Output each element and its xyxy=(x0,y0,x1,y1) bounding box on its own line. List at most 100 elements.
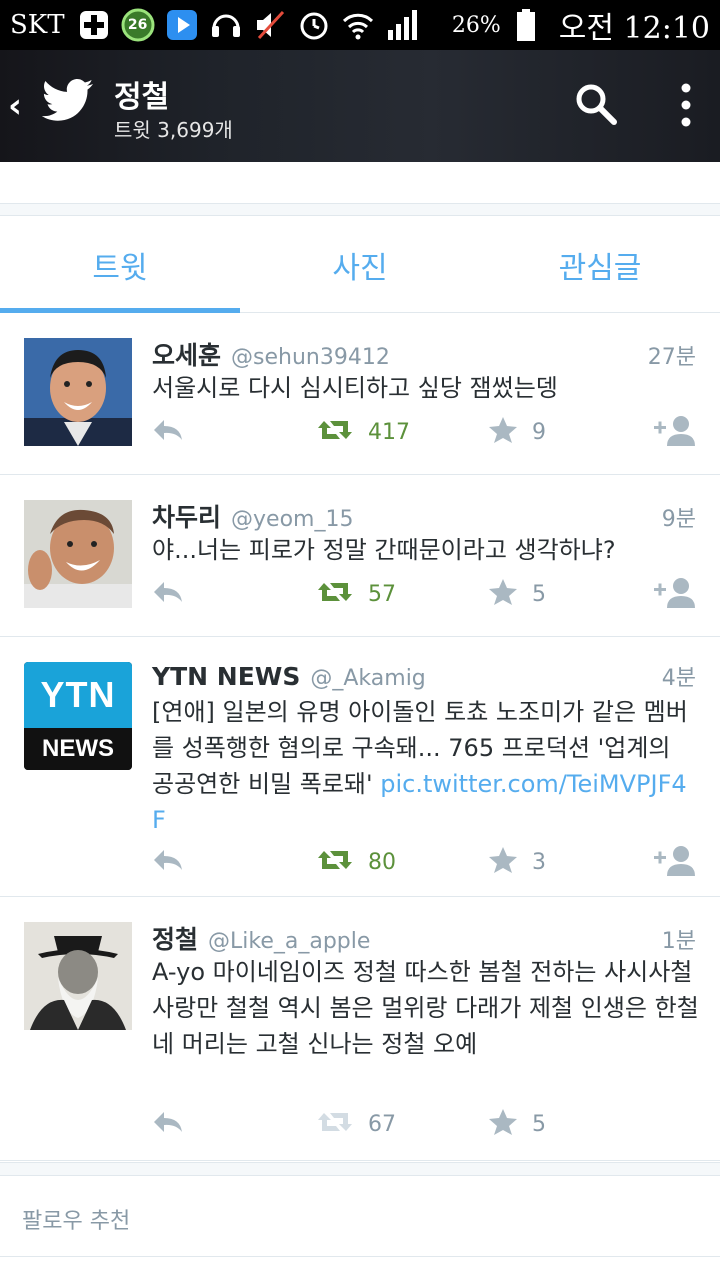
mute-icon xyxy=(253,8,287,42)
signal-icon xyxy=(385,8,419,42)
profile-name: 정철 xyxy=(114,80,170,115)
tweet-author-name[interactable]: 차두리 xyxy=(152,498,221,534)
favorite-button[interactable]: 9 xyxy=(488,412,546,452)
status-bar: SKT 26 26% 오전 12:10 xyxy=(0,0,720,50)
retweet-count: 417 xyxy=(368,419,410,445)
tweet-timestamp: 27분 xyxy=(647,345,696,370)
avatar[interactable] xyxy=(24,922,132,1030)
reply-button[interactable] xyxy=(152,1104,184,1144)
tab-photos[interactable]: 사진 xyxy=(240,217,480,312)
follow-icon xyxy=(652,576,696,612)
tweet-timestamp: 4분 xyxy=(661,666,696,691)
follow-suggestions-header[interactable]: 팔로우 추천 xyxy=(0,1177,720,1257)
status-right: 26% 오전 12:10 xyxy=(452,3,710,47)
wifi-icon xyxy=(341,8,375,42)
alarm-icon xyxy=(297,8,331,42)
follow-button[interactable] xyxy=(652,412,696,452)
reply-button[interactable] xyxy=(152,842,184,882)
battery-percent: 26% xyxy=(451,12,501,38)
retweet-count: 80 xyxy=(368,849,396,875)
favorite-count: 5 xyxy=(532,581,546,607)
favorite-button[interactable]: 3 xyxy=(488,842,546,882)
ytn-logo-top: YTN xyxy=(24,662,132,728)
tweet-author-name[interactable]: 정철 xyxy=(152,920,198,956)
tweet-header: YTN NEWS @_Akamig 4분 xyxy=(152,660,696,694)
more-icon[interactable] xyxy=(674,80,698,130)
tweet-author-handle[interactable]: @_Akamig xyxy=(310,666,425,691)
tweet-header: 정철 @Like_a_apple 1분 xyxy=(152,920,696,954)
tweet-header: 차두리 @yeom_15 9분 xyxy=(152,498,696,532)
notification-badge-icon: 26 xyxy=(121,8,155,42)
star-icon xyxy=(488,846,518,878)
favorite-count: 3 xyxy=(532,849,546,875)
tweet-item[interactable]: 차두리 @yeom_15 9분 야...너는 피로가 정말 간때문이라고 생각하… xyxy=(0,476,720,637)
reply-button[interactable] xyxy=(152,412,184,452)
back-icon[interactable]: ‹ xyxy=(8,86,22,126)
tab-photos-label: 사진 xyxy=(332,250,388,286)
ytn-logo-text: YTN xyxy=(40,674,116,715)
tweet-actions: 80 3 xyxy=(152,842,696,882)
reply-icon xyxy=(152,580,184,608)
status-icons: 26 xyxy=(77,8,452,42)
tweet-text: 야...너는 피로가 정말 간때문이라고 생각하냐? xyxy=(152,536,616,564)
retweet-count: 57 xyxy=(368,581,396,607)
retweet-button[interactable]: 417 xyxy=(316,412,410,452)
profile-header: ‹ 정철 트윗 3,699개 xyxy=(0,50,720,162)
follow-button[interactable] xyxy=(652,842,696,882)
follow-icon xyxy=(652,844,696,880)
retweet-icon xyxy=(316,417,354,447)
reply-icon xyxy=(152,1110,184,1138)
tweet-item[interactable]: YTN NEWS YTN NEWS @_Akamig 4분 [연애] 일본의 유… xyxy=(0,638,720,897)
search-icon[interactable] xyxy=(574,82,618,126)
favorite-count: 9 xyxy=(532,419,546,445)
headset-icon xyxy=(209,8,243,42)
tweet-actions: 417 9 xyxy=(152,412,696,452)
tweet-item[interactable]: 정철 @Like_a_apple 1분 A-yo 마이네임이즈 정철 따스한 봄… xyxy=(0,898,720,1161)
tweet-author-handle[interactable]: @yeom_15 xyxy=(231,507,353,532)
retweet-count: 67 xyxy=(368,1111,396,1137)
twitter-bird-icon[interactable] xyxy=(41,78,94,124)
favorite-button[interactable]: 5 xyxy=(488,574,546,614)
ytn-logo-subtext: NEWS xyxy=(42,735,114,762)
avatar[interactable] xyxy=(24,338,132,446)
tweet-item[interactable]: 오세훈 @sehun39412 27분 서울시로 다시 심시티하고 싶당 잼썼는… xyxy=(0,314,720,475)
tweet-header: 오세훈 @sehun39412 27분 xyxy=(152,336,696,370)
tweet-author-handle[interactable]: @Like_a_apple xyxy=(208,929,370,954)
retweet-icon xyxy=(316,847,354,877)
reply-button[interactable] xyxy=(152,574,184,614)
tweet-timestamp: 9분 xyxy=(661,507,696,532)
reply-icon xyxy=(152,418,184,446)
section-divider xyxy=(0,1162,720,1176)
tweet-author-handle[interactable]: @sehun39412 xyxy=(231,345,390,370)
section-divider xyxy=(0,204,720,216)
favorite-button[interactable]: 5 xyxy=(488,1104,546,1144)
follow-button[interactable] xyxy=(652,574,696,614)
notification-count: 26 xyxy=(127,17,148,33)
retweet-icon xyxy=(316,579,354,609)
tweet-actions: 67 5 xyxy=(152,1104,696,1144)
star-icon xyxy=(488,1108,518,1140)
avatar[interactable] xyxy=(24,500,132,608)
tab-tweets-label: 트윗 xyxy=(92,250,148,286)
favorite-count: 5 xyxy=(532,1111,546,1137)
star-icon xyxy=(488,578,518,610)
tab-favorites[interactable]: 관심글 xyxy=(480,217,720,312)
carrier-label: SKT xyxy=(10,10,65,40)
reply-icon xyxy=(152,848,184,876)
retweet-button[interactable]: 67 xyxy=(316,1104,396,1144)
follow-suggestions-label: 팔로우 추천 xyxy=(22,1209,131,1234)
star-icon xyxy=(488,416,518,448)
profile-card-edge xyxy=(0,162,720,204)
profile-tabs: 트윗 사진 관심글 xyxy=(0,217,720,313)
retweet-button[interactable]: 80 xyxy=(316,842,396,882)
tweet-author-name[interactable]: 오세훈 xyxy=(152,336,221,372)
tweet-text: [연애] 일본의 유명 아이돌인 토쵸 노조미가 같은 멤버를 성폭행한 혐의로… xyxy=(152,694,700,838)
ytn-logo-bottom: NEWS xyxy=(24,728,132,770)
tweet-count: 트윗 3,699개 xyxy=(114,118,233,142)
tab-tweets[interactable]: 트윗 xyxy=(0,217,240,313)
tab-favorites-label: 관심글 xyxy=(558,250,642,286)
tweet-text: A-yo 마이네임이즈 정철 따스한 봄철 전하는 사시사철 사랑만 철철 역시… xyxy=(152,958,699,1058)
avatar[interactable]: YTN NEWS xyxy=(24,662,132,770)
retweet-button[interactable]: 57 xyxy=(316,574,396,614)
tweet-author-name[interactable]: YTN NEWS xyxy=(152,662,300,691)
